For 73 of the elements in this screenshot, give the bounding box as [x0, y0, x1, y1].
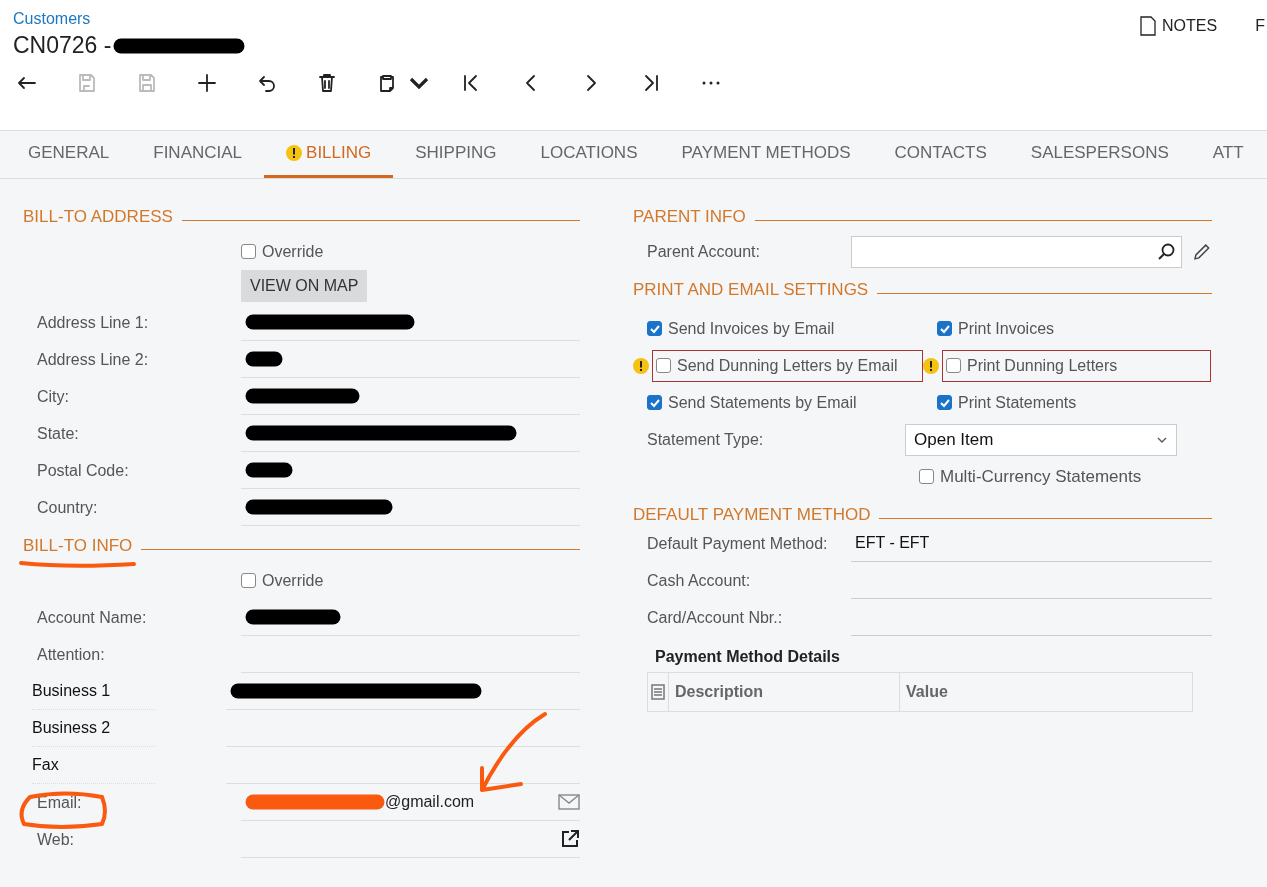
notes-button[interactable]: F	[1255, 16, 1265, 36]
checkbox[interactable]	[937, 321, 952, 336]
field-label: State:	[36, 424, 80, 443]
checkbox-label: Print Invoices	[958, 319, 1055, 338]
warning-icon	[633, 357, 649, 374]
field-label: Country:	[36, 498, 99, 517]
field-label: Attention:	[36, 645, 106, 664]
field-label: Address Line 2:	[36, 350, 150, 369]
tab[interactable]: BILLING	[264, 131, 394, 178]
tab[interactable]: PAYMENT METHODS	[659, 131, 873, 178]
checkbox-label: Print Dunning Letters	[967, 356, 1118, 375]
add-icon[interactable]	[195, 71, 219, 95]
warning-icon	[286, 145, 303, 161]
tab[interactable]: ATT	[1190, 131, 1266, 178]
pencil-icon[interactable]	[1192, 241, 1212, 262]
checkbox-label: Send Dunning Letters by Email	[677, 356, 898, 375]
section-title: PARENT INFO	[633, 207, 746, 227]
field-label: Address Line 1:	[36, 313, 150, 332]
checkbox[interactable]	[937, 395, 952, 410]
tab[interactable]: FINANCIAL	[131, 131, 265, 178]
notes-button[interactable]: NOTES	[1140, 16, 1218, 36]
list-icon[interactable]	[651, 684, 665, 700]
section-title: BILL-TO INFO	[23, 536, 133, 556]
field-label: Business 1	[32, 673, 156, 710]
column-header[interactable]: Description	[669, 673, 900, 711]
tab[interactable]: LOCATIONS	[518, 131, 660, 178]
field-label: Account Name:	[36, 608, 148, 627]
checkbox-label: Print Statements	[958, 393, 1077, 412]
field-label: Card/Account Nbr.:	[646, 608, 784, 627]
checkbox[interactable]	[647, 321, 662, 336]
field-label: Email:	[36, 793, 83, 812]
field-label: Fax	[32, 747, 156, 784]
tab[interactable]: GENERAL	[6, 131, 132, 178]
field-value: EFT - EFT	[855, 534, 930, 552]
field-label: Business 2	[32, 710, 156, 747]
lookup-field[interactable]	[851, 235, 1183, 268]
checkbox[interactable]	[241, 573, 256, 588]
checkbox[interactable]	[946, 358, 961, 373]
column-header[interactable]: Value	[900, 673, 1192, 711]
input-field[interactable]: @gmail.com	[241, 784, 580, 821]
checkbox[interactable]	[656, 358, 671, 373]
grid-title: Payment Method Details	[654, 648, 841, 666]
record-title: CN0726 -	[13, 32, 112, 59]
envelope-icon[interactable]	[558, 794, 580, 810]
dropdown[interactable]: Open Item	[905, 423, 1177, 456]
tab[interactable]: CONTACTS	[872, 131, 1009, 178]
tab[interactable]: SHIPPING	[393, 131, 519, 178]
input-field[interactable]: EFT - EFT	[851, 525, 1212, 562]
field-label: Web:	[36, 830, 76, 849]
breadcrumb-link[interactable]: Customers	[13, 10, 91, 28]
field-label: Postal Code:	[36, 461, 130, 480]
field-label: Statement Type:	[646, 430, 765, 449]
field-label: Parent Account:	[646, 242, 761, 261]
checkbox-label: Override	[262, 242, 324, 261]
document-icon	[1140, 16, 1156, 36]
section-title: DEFAULT PAYMENT METHOD	[633, 505, 871, 525]
checkbox-label: Override	[262, 571, 324, 590]
checkbox[interactable]	[241, 244, 256, 259]
field-label: Cash Account:	[646, 571, 752, 590]
checkbox-label: Multi-Currency Statements	[940, 466, 1142, 487]
tab[interactable]: SALESPERSONS	[1008, 131, 1191, 178]
view-on-map-button[interactable]: VIEW ON MAP	[241, 270, 368, 302]
section-title: BILL-TO ADDRESS	[23, 207, 173, 227]
field-value: @gmail.com	[385, 793, 475, 811]
checkbox[interactable]	[647, 395, 662, 410]
checkbox-label: Send Invoices by Email	[668, 319, 835, 338]
warning-icon	[923, 357, 939, 374]
checkbox[interactable]	[919, 469, 934, 484]
checkbox-label: Send Statements by Email	[668, 393, 857, 412]
field-label: Default Payment Method:	[646, 534, 829, 553]
field-label: City:	[36, 387, 70, 406]
section-title: PRINT AND EMAIL SETTINGS	[633, 280, 869, 300]
external-link-icon[interactable]	[560, 829, 580, 849]
